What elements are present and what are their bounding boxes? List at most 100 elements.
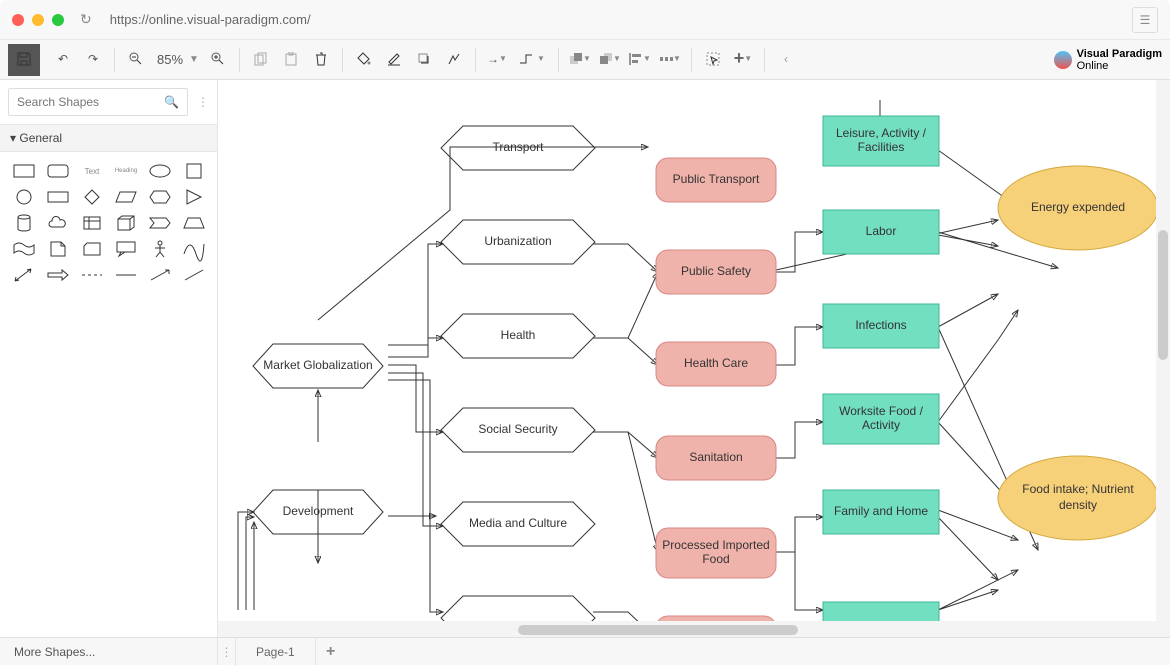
shape-connector[interactable]	[148, 266, 172, 284]
shape-curve[interactable]	[182, 240, 206, 258]
shape-dashline[interactable]	[80, 266, 104, 284]
node-food1: Food intake; Nutrient	[1022, 482, 1134, 496]
chevron-left-icon[interactable]: ‹	[771, 45, 801, 75]
menu-icon[interactable]: ☰	[1132, 7, 1158, 33]
shape-square[interactable]	[182, 162, 206, 180]
node-family[interactable]: Family and Home	[834, 504, 928, 518]
zoom-out-button[interactable]	[121, 45, 151, 75]
shape-rect[interactable]	[12, 162, 36, 180]
shape-heading[interactable]: Heading	[114, 162, 138, 180]
shape-line-thin[interactable]	[114, 266, 138, 284]
zoom-in-button[interactable]	[203, 45, 233, 75]
node-processed2: Food	[702, 552, 729, 566]
connector-type-button[interactable]: → ▼	[482, 45, 512, 75]
undo-button[interactable]: ↶	[48, 45, 78, 75]
shape-parallelogram[interactable]	[114, 188, 138, 206]
node-media-cult[interactable]: Media and Culture	[469, 516, 567, 530]
node-transport[interactable]: Transport	[493, 140, 545, 154]
shadow-button[interactable]	[409, 45, 439, 75]
node-development[interactable]: Development	[283, 504, 354, 518]
logo-line2: Online	[1077, 60, 1109, 72]
node-market[interactable]: Market Globalization	[263, 358, 372, 372]
shape-trapezoid[interactable]	[182, 214, 206, 232]
add-page-button[interactable]: +	[316, 638, 346, 666]
node-health[interactable]: Health	[501, 328, 536, 342]
shape-cube[interactable]	[114, 214, 138, 232]
search-options-icon[interactable]: ⋮	[197, 95, 209, 109]
search-icon[interactable]: 🔍	[164, 95, 179, 109]
shapes-palette: Text Heading	[0, 152, 217, 284]
shape-arrow[interactable]	[46, 266, 70, 284]
sidebar: 🔍 ⋮ ▾ General Text Heading	[0, 80, 218, 637]
node-sanitation[interactable]: Sanitation	[689, 450, 742, 464]
node-energy[interactable]: Energy expended	[1031, 200, 1125, 214]
shape-circle[interactable]	[12, 188, 36, 206]
shape-cylinder[interactable]	[12, 214, 36, 232]
shape-diamond[interactable]	[80, 188, 104, 206]
node-labor[interactable]: Labor	[866, 224, 897, 238]
node-social[interactable]: Social Security	[478, 422, 557, 436]
node-pub-trans[interactable]: Public Transport	[673, 172, 760, 186]
shape-rounded[interactable]	[46, 162, 70, 180]
shape-tape[interactable]	[12, 240, 36, 258]
url-bar[interactable]: https://online.visual-paradigm.com/	[102, 8, 1120, 31]
window-controls	[12, 14, 64, 26]
zoom-level[interactable]: 85%	[155, 52, 185, 67]
logo-line1: Visual Paradigm	[1077, 48, 1162, 60]
shape-callout[interactable]	[114, 240, 138, 258]
node-leisure1: Leisure, Activity /	[836, 126, 927, 140]
node-urbanization[interactable]: Urbanization	[484, 234, 551, 248]
style-button[interactable]	[439, 45, 469, 75]
toolbar: ↶ ↷ 85% ▼ → ▼ ▼ ▼ ▼ ▼ ▼ +▼ ‹ Visual Para…	[0, 40, 1170, 80]
shape-cloud[interactable]	[46, 214, 70, 232]
selection-button[interactable]	[698, 45, 728, 75]
fill-button[interactable]	[349, 45, 379, 75]
minimize-window-icon[interactable]	[32, 14, 44, 26]
save-button[interactable]	[8, 44, 40, 76]
shape-line-diag[interactable]	[182, 266, 206, 284]
to-back-button[interactable]: ▼	[595, 45, 625, 75]
node-health-care[interactable]: Health Care	[684, 356, 748, 370]
shape-note[interactable]	[46, 240, 70, 258]
maximize-window-icon[interactable]	[52, 14, 64, 26]
browser-bar: ↻ https://online.visual-paradigm.com/ ☰	[0, 0, 1170, 40]
shape-step[interactable]	[148, 214, 172, 232]
align-button[interactable]: ▼	[625, 45, 655, 75]
node-processed1: Processed Imported	[662, 538, 769, 552]
stroke-button[interactable]	[379, 45, 409, 75]
redo-button[interactable]: ↷	[78, 45, 108, 75]
add-button[interactable]: +▼	[728, 45, 758, 75]
shape-ellipse[interactable]	[148, 162, 172, 180]
shape-actor[interactable]	[148, 240, 172, 258]
zoom-controls: 85% ▼	[121, 45, 233, 75]
to-front-button[interactable]: ▼	[565, 45, 595, 75]
shape-process[interactable]	[46, 188, 70, 206]
waypoint-button[interactable]: ▼	[512, 45, 552, 75]
node-pub-safety[interactable]: Public Safety	[681, 264, 751, 278]
logo-badge-icon	[1054, 51, 1072, 69]
shape-hexagon[interactable]	[148, 188, 172, 206]
node-worksite2: Activity	[862, 418, 900, 432]
page-tab-1[interactable]: Page-1	[236, 638, 316, 665]
shape-triangle[interactable]	[182, 188, 206, 206]
copy-button[interactable]	[246, 45, 276, 75]
shape-biarrow[interactable]	[12, 266, 36, 284]
horizontal-scrollbar[interactable]	[218, 621, 1156, 637]
delete-button[interactable]	[306, 45, 336, 75]
more-shapes-link[interactable]: More Shapes...	[0, 638, 218, 665]
logo[interactable]: Visual ParadigmOnline	[1054, 48, 1162, 72]
shape-table[interactable]	[80, 214, 104, 232]
paste-button[interactable]	[276, 45, 306, 75]
vertical-scrollbar[interactable]	[1156, 80, 1170, 621]
close-window-icon[interactable]	[12, 14, 24, 26]
node-infections[interactable]: Infections	[855, 318, 906, 332]
page-handle-icon[interactable]: ⋮	[218, 638, 236, 666]
category-general[interactable]: ▾ General	[0, 124, 217, 152]
search-input[interactable]	[8, 88, 188, 116]
canvas[interactable]: Market Globalization Development Media A…	[218, 80, 1170, 637]
distribute-button[interactable]: ▼	[655, 45, 685, 75]
reload-icon[interactable]: ↻	[80, 11, 92, 28]
shape-text[interactable]: Text	[80, 162, 104, 180]
node-food2: density	[1059, 498, 1097, 512]
shape-card[interactable]	[80, 240, 104, 258]
